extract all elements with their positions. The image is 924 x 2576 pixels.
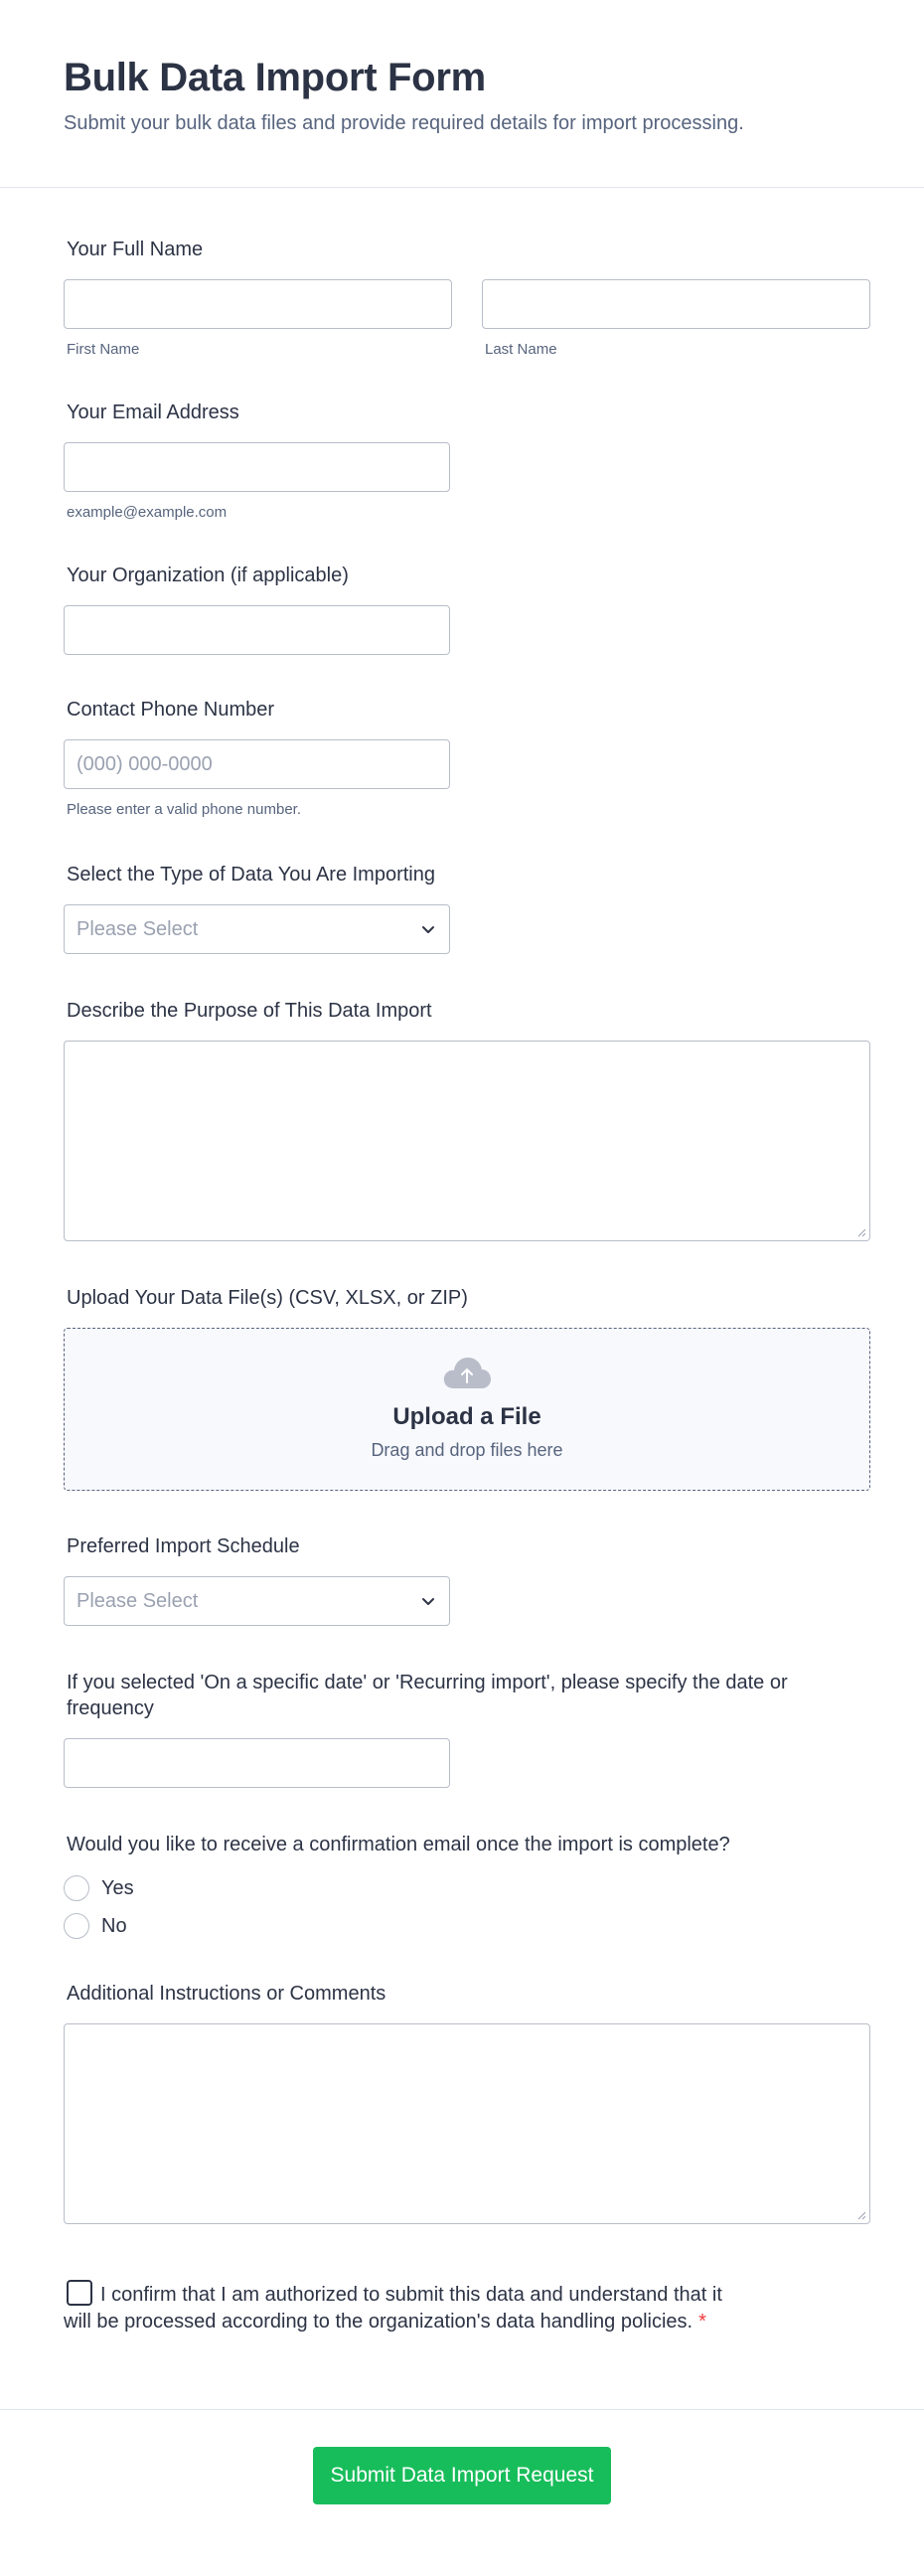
resize-handle-icon[interactable] — [856, 2210, 866, 2220]
submit-button[interactable]: Submit Data Import Request — [313, 2447, 611, 2504]
data-type-label: Select the Type of Data You Are Importin… — [67, 864, 435, 886]
purpose-label: Describe the Purpose of This Data Import — [67, 1000, 432, 1022]
page-subtitle: Submit your bulk data files and provide … — [64, 112, 744, 134]
phone-sublabel: Please enter a valid phone number. — [67, 801, 301, 818]
upload-label: Upload Your Data File(s) (CSV, XLSX, or … — [67, 1287, 468, 1309]
purpose-textarea[interactable] — [64, 1041, 870, 1241]
chevron-down-icon — [422, 1598, 434, 1605]
email-field: Your Email Address example@example.com — [64, 400, 860, 523]
confirmation-email-field: Would you like to receive a confirmation… — [64, 1832, 860, 1945]
chevron-down-icon — [422, 926, 434, 933]
specify-label-line2: frequency — [67, 1697, 154, 1719]
phone-input[interactable] — [64, 739, 450, 789]
resize-handle-icon[interactable] — [856, 1227, 866, 1237]
data-type-selected: Please Select — [77, 917, 199, 940]
upload-field: Upload Your Data File(s) (CSV, XLSX, or … — [64, 1285, 870, 1491]
consent-line1: I confirm that I am authorized to submit… — [100, 2284, 722, 2306]
specify-label: If you selected 'On a specific date' or … — [64, 1670, 860, 1721]
phone-label: Contact Phone Number — [67, 699, 275, 721]
full-name-label: Your Full Name — [67, 239, 204, 260]
organization-input[interactable] — [64, 605, 450, 655]
full-name-field: Your Full Name First Name Last Name — [64, 237, 870, 360]
consent-field: I confirm that I am authorized to submit… — [64, 2280, 860, 2335]
form-footer: Submit Data Import Request — [0, 2409, 924, 2555]
radio-no[interactable] — [64, 1913, 89, 1939]
specify-input[interactable] — [64, 1738, 450, 1788]
required-asterisk: * — [698, 2311, 706, 2333]
schedule-label: Preferred Import Schedule — [67, 1535, 300, 1557]
data-type-field: Select the Type of Data You Are Importin… — [64, 862, 860, 954]
last-name-sublabel: Last Name — [485, 341, 557, 358]
upload-title: Upload a File — [392, 1403, 541, 1430]
consent-checkbox[interactable] — [67, 2280, 92, 2306]
schedule-selected: Please Select — [77, 1589, 199, 1612]
cloud-upload-icon — [443, 1358, 491, 1388]
radio-yes-label: Yes — [101, 1876, 134, 1899]
email-sublabel: example@example.com — [67, 504, 228, 521]
page-title: Bulk Data Import Form — [64, 56, 486, 99]
form-header: Bulk Data Import Form Submit your bulk d… — [0, 0, 924, 188]
consent-line2: will be processed according to the organ… — [64, 2311, 693, 2333]
organization-label: Your Organization (if applicable) — [67, 564, 349, 586]
data-type-select[interactable]: Please Select — [64, 904, 450, 954]
form-body: Your Full Name First Name Last Name Your… — [0, 237, 924, 2335]
schedule-select[interactable]: Please Select — [64, 1576, 450, 1626]
specify-label-line1: If you selected 'On a specific date' or … — [67, 1672, 788, 1693]
form-page: Bulk Data Import Form Submit your bulk d… — [0, 0, 924, 2555]
radio-no-label: No — [101, 1914, 127, 1937]
upload-subtitle: Drag and drop files here — [371, 1440, 563, 1460]
first-name-input[interactable] — [64, 279, 452, 329]
organization-field: Your Organization (if applicable) — [64, 563, 860, 655]
schedule-field: Preferred Import Schedule Please Select — [64, 1533, 860, 1626]
radio-option-yes[interactable]: Yes — [64, 1869, 860, 1907]
phone-field: Contact Phone Number Please enter a vali… — [64, 697, 860, 820]
email-label: Your Email Address — [67, 402, 239, 423]
comments-textarea[interactable] — [64, 2023, 870, 2224]
specify-field: If you selected 'On a specific date' or … — [64, 1670, 860, 1788]
last-name-input[interactable] — [482, 279, 870, 329]
consent-text: I confirm that I am authorized to submit… — [64, 2280, 860, 2335]
confirmation-email-label: Would you like to receive a confirmation… — [67, 1834, 730, 1855]
radio-yes[interactable] — [64, 1875, 89, 1901]
email-input[interactable] — [64, 442, 450, 492]
first-name-sublabel: First Name — [67, 341, 140, 358]
radio-option-no[interactable]: No — [64, 1907, 860, 1945]
comments-label: Additional Instructions or Comments — [67, 1983, 386, 2005]
comments-field: Additional Instructions or Comments — [64, 1981, 870, 2224]
purpose-field: Describe the Purpose of This Data Import — [64, 998, 870, 1241]
file-upload-dropzone[interactable]: Upload a File Drag and drop files here — [64, 1328, 870, 1491]
